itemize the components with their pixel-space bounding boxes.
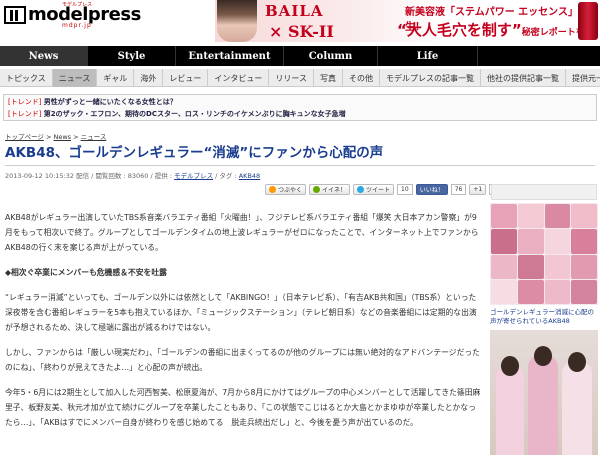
article-body: AKB48がレギュラー出演していたTBS系音楽バラエティ番組「火曜曲！」、フジテ… (5, 210, 483, 440)
main-nav-life[interactable]: Life (378, 46, 478, 66)
main-nav-news[interactable]: News (0, 46, 88, 66)
facebook-like-button[interactable]: いいね！ (415, 184, 448, 195)
sidebar-ad-slot[interactable] (491, 184, 597, 200)
sub-nav-partner-articles[interactable]: 他社の提供記事一覧 (481, 69, 566, 87)
logo-mark-icon (4, 5, 26, 24)
trend-box: [トレンド] 男性がずっと一緒にいたくなる女性とは？ [トレンド] 第2のザック… (3, 94, 597, 121)
breadcrumb-news[interactable]: News (53, 133, 71, 141)
site-header: modelpress モデルプレス mdpr.jp BAILA × SK-II … (0, 0, 600, 44)
social-buttons: つぶやく イイネ！ ツイート 10 いいね！ 76 +1 0 (265, 184, 502, 195)
photo-head (568, 352, 586, 372)
main-nav: News Style Entertainment Column Life (0, 46, 600, 66)
sub-nav-interview[interactable]: インタビュー (208, 69, 270, 87)
banner-product-image (578, 2, 598, 40)
logo-kana: モデルプレス (62, 2, 93, 8)
sub-nav-news[interactable]: ニュース (52, 69, 98, 87)
article-main-photo[interactable] (490, 203, 598, 305)
like-count: 76 (450, 184, 467, 195)
paragraph: “レギュラー消滅”といっても、ゴールデン以外には依然として「AKBINGO！」（… (5, 293, 477, 332)
tsubuyaku-button[interactable]: つぶやく (265, 184, 307, 195)
breadcrumb-current[interactable]: ニュース (81, 133, 107, 141)
sub-nav-topics[interactable]: トピックス (0, 69, 53, 87)
photo-head (501, 356, 519, 376)
sub-nav-providers[interactable]: 提供元一覧 (566, 69, 600, 87)
gplus-button[interactable]: +1 (469, 184, 487, 195)
paragraph: しかし、ファンからは「厳しい現実だわ」、「ゴールデンの番組に出まくってるのが他の… (5, 348, 480, 372)
sub-nav-review[interactable]: レビュー (163, 69, 209, 87)
tweet-count: 10 (397, 184, 413, 195)
sub-nav-other[interactable]: その他 (343, 69, 380, 87)
header-banner-ad[interactable]: BAILA × SK-II 新美容液「ステムパワー エッセンス」誕生！ “大人毛… (215, 0, 600, 42)
banner-brand: BAILA (265, 2, 324, 20)
article-subheading: ◆相次ぐ卒業にメンバーも危機感＆不安を吐露 (5, 268, 167, 277)
iine-button[interactable]: イイネ！ (309, 184, 351, 195)
photo-person (528, 355, 558, 455)
sub-nav: トピックス ニュース ギャル 海外 レビュー インタビュー リリース 写真 その… (0, 69, 600, 87)
twitter-bird-icon (357, 186, 365, 193)
article-meta: 2013-09-12 10:15:32 配信 / 閲覧回数 : 83060 / … (5, 172, 261, 180)
tweet-button[interactable]: ツイート (353, 184, 395, 195)
main-nav-column[interactable]: Column (284, 46, 378, 66)
sub-nav-modelpress-articles[interactable]: モデルプレスの記事一覧 (380, 69, 481, 87)
photo-caption[interactable]: ゴールデンレギュラー消滅に心配の声が寄せられているAKB48 (490, 308, 598, 326)
speech-icon (269, 186, 276, 193)
banner-brand2: × SK-II (269, 22, 334, 41)
sub-nav-overseas[interactable]: 海外 (134, 69, 164, 87)
trend-item[interactable]: [トレンド] 男性がずっと一緒にいたくなる女性とは？ (8, 96, 592, 108)
photo-person (562, 361, 592, 455)
photo-person (496, 365, 524, 455)
tag-link[interactable]: AKB48 (239, 172, 260, 180)
photo-head (534, 346, 552, 366)
sub-nav-release[interactable]: リリース (269, 69, 314, 87)
banner-subheadline: “大人毛穴を制す”秘密レポートを公開中！ (397, 21, 594, 39)
thumb-icon (313, 186, 321, 193)
breadcrumb: トップページ > News > ニュース (5, 133, 107, 141)
banner-model-image (217, 0, 257, 42)
breadcrumb-home[interactable]: トップページ (5, 133, 44, 141)
paragraph: 今年5・6月には2期生として加入した河西智美、松原夏海が、7月から8月にかけては… (5, 388, 481, 427)
sub-nav-photo[interactable]: 写真 (314, 69, 343, 87)
sub-nav-gal[interactable]: ギャル (97, 69, 135, 87)
article-title: AKB48、ゴールデンレギュラー“消滅”にファンから心配の声 (5, 141, 595, 166)
provider-link[interactable]: モデルプレス (174, 172, 213, 180)
paragraph: AKB48がレギュラー出演していたTBS系音楽バラエティ番組「火曜曲！」、フジテ… (5, 213, 479, 252)
main-nav-entertainment[interactable]: Entertainment (176, 46, 284, 66)
logo-url: mdpr.jp (62, 22, 92, 29)
sidebar-photo[interactable] (490, 330, 598, 455)
trend-item[interactable]: [トレンド] 第2のザック・エフロン、期待のDCスター、ロス・リンチのイケメンぶ… (8, 108, 592, 120)
main-nav-style[interactable]: Style (88, 46, 176, 66)
